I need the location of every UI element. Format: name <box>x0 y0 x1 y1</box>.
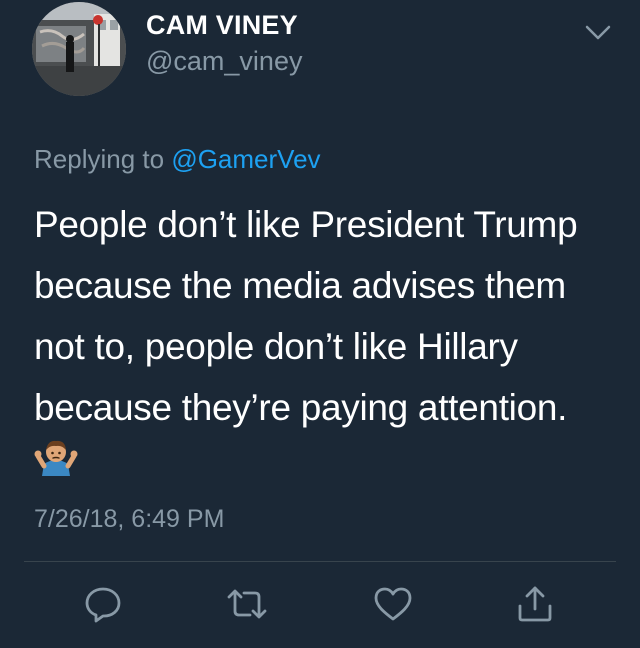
tweet-text: People don’t like President Trump becaus… <box>34 194 624 438</box>
tweet-line: not to, people don’t like Hillary <box>34 326 518 367</box>
speech-bubble-icon <box>85 587 121 623</box>
avatar[interactable] <box>32 2 126 96</box>
tweet-line: because the media advises them <box>34 265 566 306</box>
tweet-line: because they’re paying attention. <box>34 387 568 428</box>
like-button[interactable] <box>371 582 415 626</box>
display-name[interactable]: CAM VINEY <box>146 10 298 41</box>
retweet-icon <box>227 589 267 619</box>
shrug-emoji-icon <box>34 436 78 476</box>
heart-icon <box>374 587 412 621</box>
share-button[interactable] <box>513 582 557 626</box>
tweet-line: People don’t like President Trump <box>34 204 578 245</box>
divider <box>24 561 616 562</box>
user-handle[interactable]: @cam_viney <box>146 46 302 77</box>
reply-button[interactable] <box>81 582 125 626</box>
reply-mention-link[interactable]: @GamerVev <box>171 144 320 174</box>
tweet-timestamp[interactable]: 7/26/18, 6:49 PM <box>34 505 224 534</box>
share-icon <box>518 586 552 622</box>
chevron-down-icon[interactable] <box>584 22 612 42</box>
replying-to: Replying to @GamerVev <box>34 144 321 175</box>
replying-to-label: Replying to <box>34 144 165 174</box>
retweet-button[interactable] <box>225 582 269 626</box>
